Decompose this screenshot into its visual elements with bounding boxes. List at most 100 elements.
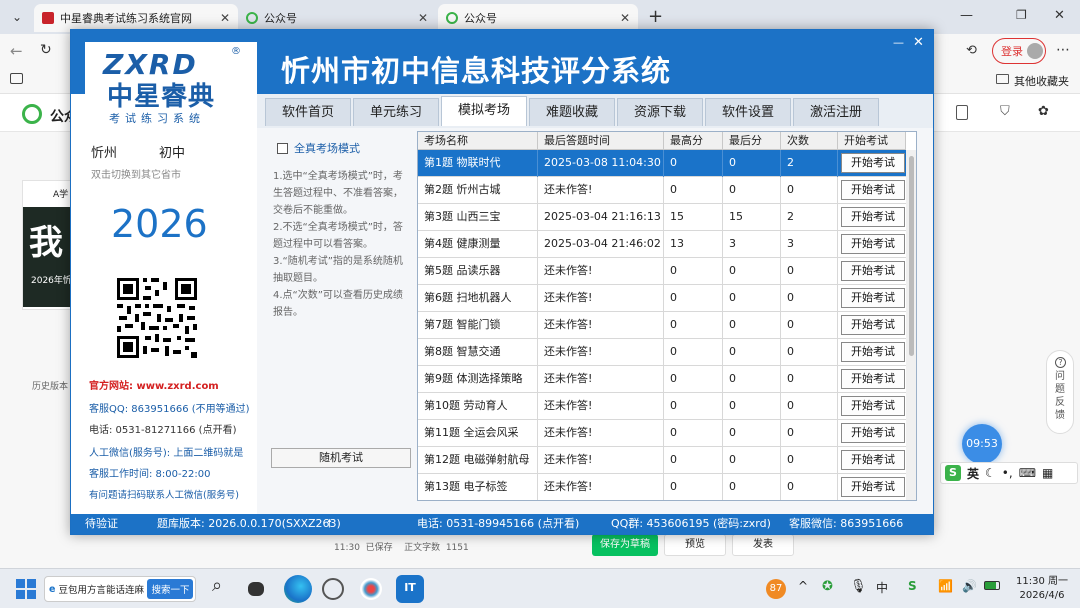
keyboard-icon[interactable]: ⌨ (1019, 466, 1036, 480)
shield-icon[interactable]: ⛉ (1000, 104, 1010, 119)
verify-status[interactable]: 待验证 (85, 514, 118, 534)
app-cluster-icon[interactable] (360, 578, 382, 600)
start-exam-button[interactable]: 开始考试 (841, 234, 905, 254)
tray-overflow-icon[interactable]: ^ (798, 579, 808, 593)
close-tab-icon[interactable]: ✕ (220, 11, 230, 25)
table-row[interactable]: 第6题 扫地机器人 还未作答! 0 0 0 开始考试 (418, 285, 906, 312)
other-favorites-link[interactable]: 其他收藏夹 (1014, 73, 1069, 89)
ime-tray-icon[interactable]: 中 (876, 579, 888, 596)
tab-favorites[interactable]: 难题收藏 (529, 98, 615, 126)
start-exam-button[interactable]: 开始考试 (841, 261, 905, 281)
qq-link[interactable]: 客服QQ: 863951666 (不用等通过) (89, 400, 250, 415)
app-close-icon[interactable]: ✕ (913, 35, 924, 50)
tab-list-icon[interactable]: ⌄ (12, 10, 22, 24)
start-exam-button[interactable]: 开始考试 (841, 153, 905, 173)
preview-button[interactable]: 预览 (664, 534, 726, 556)
chatgpt-icon[interactable] (322, 578, 344, 600)
table-row[interactable]: 第3题 山西三宝 2025-03-04 21:16:13 15 15 2 开始考试 (418, 204, 906, 231)
status-phone[interactable]: 电话: 0531-89945166 (点开看) (417, 514, 579, 534)
history-version-label[interactable]: 历史版本 (32, 379, 68, 392)
col-header-name[interactable]: 考场名称 (418, 132, 538, 150)
table-row[interactable]: 第4题 健康测量 2025-03-04 21:46:02 13 3 3 开始考试 (418, 231, 906, 258)
table-row[interactable]: 第11题 全运会风采 还未作答! 0 0 0 开始考试 (418, 420, 906, 447)
search-go-button[interactable]: 搜索一下 (147, 579, 194, 599)
table-row[interactable]: 第5题 品读乐器 还未作答! 0 0 0 开始考试 (418, 258, 906, 285)
col-header-last[interactable]: 最后分 (723, 132, 781, 150)
tab-home[interactable]: 软件首页 (265, 98, 351, 126)
col-header-count[interactable]: 次数 (781, 132, 838, 150)
close-tab-icon[interactable]: ✕ (620, 11, 630, 25)
microphone-icon[interactable]: 🎙 (850, 579, 867, 594)
start-exam-button[interactable]: 开始考试 (841, 315, 905, 335)
minimize-window-icon[interactable]: — (960, 8, 973, 23)
start-exam-button[interactable]: 开始考试 (841, 288, 905, 308)
start-exam-button[interactable]: 开始考试 (841, 180, 905, 200)
table-row[interactable]: 第9题 体测选择策略 还未作答! 0 0 0 开始考试 (418, 366, 906, 393)
tab-downloads[interactable]: 资源下载 (617, 98, 703, 126)
level-label[interactable]: 初中 (159, 142, 185, 161)
table-row[interactable]: 第13题 电子标签 还未作答! 0 0 0 开始考试 (418, 474, 906, 500)
full-exam-checkbox-row[interactable]: 全真考场模式 (277, 140, 360, 156)
col-header-time[interactable]: 最后答题时间 (538, 132, 664, 150)
start-exam-button[interactable]: 开始考试 (841, 423, 905, 443)
history-icon[interactable]: ⟲ (966, 43, 977, 58)
doc-icon[interactable] (956, 105, 968, 120)
update-arrow-icon[interactable]: 🠕 (327, 514, 332, 534)
close-window-icon[interactable]: ✕ (1054, 8, 1065, 23)
col-header-start[interactable]: 开始考试 (838, 132, 906, 150)
table-row[interactable]: 第12题 电磁弹射航母 还未作答! 0 0 0 开始考试 (418, 447, 906, 474)
clock-bubble[interactable]: 09:53 (962, 424, 1002, 464)
browser-tab-1[interactable]: 中星睿典考试练习系统官网 ✕ (34, 4, 238, 32)
grid-icon[interactable]: ▦ (1042, 466, 1053, 480)
start-exam-button[interactable]: 开始考试 (841, 477, 905, 497)
edge-icon[interactable] (284, 575, 312, 603)
punctuation-icon[interactable]: •, (1002, 466, 1013, 480)
refresh-icon[interactable]: ↻ (40, 42, 52, 58)
phone-link[interactable]: 电话: 0531-81271166 (点开看) (89, 421, 237, 436)
ime-toolbar[interactable]: S 英 ☾ •, ⌨ ▦ (940, 462, 1078, 484)
restore-window-icon[interactable]: ❐ (1016, 8, 1027, 22)
full-exam-checkbox[interactable] (277, 142, 288, 154)
more-menu-icon[interactable]: ⋯ (1056, 42, 1070, 58)
battery-icon[interactable] (984, 581, 1000, 590)
region-label[interactable]: 忻州 (91, 142, 117, 161)
start-exam-button[interactable]: 开始考试 (841, 369, 905, 389)
moon-icon[interactable]: ☾ (985, 466, 996, 480)
tab-settings[interactable]: 软件设置 (705, 98, 791, 126)
back-icon[interactable]: ← (10, 42, 23, 60)
table-row[interactable]: 第2题 忻州古城 还未作答! 0 0 0 开始考试 (418, 177, 906, 204)
it-exam-icon[interactable]: IT (396, 575, 424, 603)
search-icon[interactable]: ⌕ (212, 575, 222, 596)
sogou-tray-icon[interactable]: S (908, 579, 917, 593)
profile-icon[interactable]: ✿ (1038, 104, 1049, 119)
volume-icon[interactable]: 🔊 (962, 579, 977, 593)
save-draft-button[interactable]: 保存为草稿 (592, 534, 658, 556)
collections-icon[interactable] (10, 73, 23, 84)
tray-app-icon[interactable]: ✪ (822, 579, 833, 594)
tab-unit-practice[interactable]: 单元练习 (353, 98, 439, 126)
wifi-icon[interactable]: 📶 (938, 579, 953, 593)
website-link[interactable]: 官方网站: www.zxrd.com (89, 377, 219, 392)
start-exam-button[interactable]: 开始考试 (841, 396, 905, 416)
taskbar-clock[interactable]: 11:30 周一 2026/4/6 (1012, 575, 1072, 603)
table-row[interactable]: 第10题 劳动育人 还未作答! 0 0 0 开始考试 (418, 393, 906, 420)
start-exam-button[interactable]: 开始考试 (841, 207, 905, 227)
close-tab-icon[interactable]: ✕ (418, 11, 428, 25)
app-minimize-icon[interactable]: — (893, 36, 904, 49)
login-button[interactable]: 登录 (992, 38, 1046, 64)
random-exam-button[interactable]: 随机考试 (271, 448, 411, 468)
start-exam-button[interactable]: 开始考试 (841, 342, 905, 362)
table-row[interactable]: 第8题 智慧交通 还未作答! 0 0 0 开始考试 (418, 339, 906, 366)
table-row[interactable]: 第7题 智能门锁 还未作答! 0 0 0 开始考试 (418, 312, 906, 339)
notification-badge[interactable]: 87 (766, 579, 786, 599)
start-button[interactable] (16, 579, 36, 599)
task-view-icon[interactable] (248, 582, 264, 596)
feedback-button[interactable]: ? 问题反馈 (1046, 350, 1074, 434)
tab-mock-exam[interactable]: 模拟考场 (441, 96, 527, 126)
table-row[interactable]: 第1题 物联时代 2025-03-08 11:04:30 0 0 2 开始考试 (418, 150, 906, 177)
new-tab-icon[interactable]: + (648, 6, 663, 27)
browser-tab-2[interactable]: 公众号 ✕ (238, 4, 436, 32)
browser-tab-3[interactable]: 公众号 ✕ (438, 4, 638, 32)
scrollbar-thumb[interactable] (909, 156, 914, 356)
article-card[interactable]: A学 我 2026年忻 (22, 180, 74, 310)
